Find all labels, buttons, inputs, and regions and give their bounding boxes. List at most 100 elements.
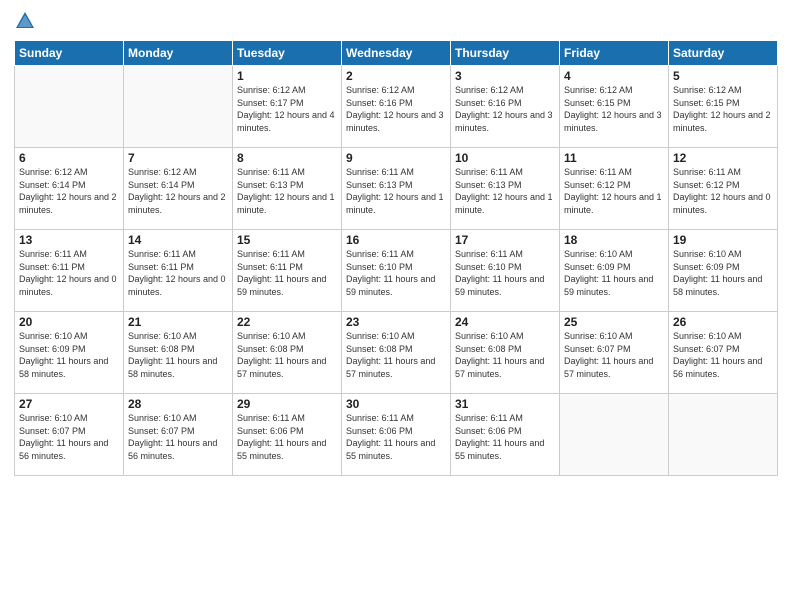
calendar-day-cell <box>669 394 778 476</box>
day-info: Sunrise: 6:11 AM Sunset: 6:10 PM Dayligh… <box>455 248 555 298</box>
calendar-day-cell: 28Sunrise: 6:10 AM Sunset: 6:07 PM Dayli… <box>124 394 233 476</box>
day-number: 28 <box>128 397 228 411</box>
day-info: Sunrise: 6:10 AM Sunset: 6:08 PM Dayligh… <box>455 330 555 380</box>
day-info: Sunrise: 6:10 AM Sunset: 6:09 PM Dayligh… <box>673 248 773 298</box>
day-number: 4 <box>564 69 664 83</box>
day-info: Sunrise: 6:10 AM Sunset: 6:07 PM Dayligh… <box>564 330 664 380</box>
calendar-day-cell: 17Sunrise: 6:11 AM Sunset: 6:10 PM Dayli… <box>451 230 560 312</box>
day-number: 12 <box>673 151 773 165</box>
day-number: 17 <box>455 233 555 247</box>
calendar-day-cell: 6Sunrise: 6:12 AM Sunset: 6:14 PM Daylig… <box>15 148 124 230</box>
calendar-day-cell: 13Sunrise: 6:11 AM Sunset: 6:11 PM Dayli… <box>15 230 124 312</box>
calendar-day-cell: 29Sunrise: 6:11 AM Sunset: 6:06 PM Dayli… <box>233 394 342 476</box>
calendar-week-row: 6Sunrise: 6:12 AM Sunset: 6:14 PM Daylig… <box>15 148 778 230</box>
day-info: Sunrise: 6:12 AM Sunset: 6:15 PM Dayligh… <box>564 84 664 134</box>
calendar-day-cell: 5Sunrise: 6:12 AM Sunset: 6:15 PM Daylig… <box>669 66 778 148</box>
day-number: 29 <box>237 397 337 411</box>
calendar-day-cell: 31Sunrise: 6:11 AM Sunset: 6:06 PM Dayli… <box>451 394 560 476</box>
logo-icon <box>14 10 36 32</box>
day-info: Sunrise: 6:12 AM Sunset: 6:16 PM Dayligh… <box>346 84 446 134</box>
calendar-day-cell: 26Sunrise: 6:10 AM Sunset: 6:07 PM Dayli… <box>669 312 778 394</box>
calendar-day-cell: 21Sunrise: 6:10 AM Sunset: 6:08 PM Dayli… <box>124 312 233 394</box>
calendar-day-cell: 4Sunrise: 6:12 AM Sunset: 6:15 PM Daylig… <box>560 66 669 148</box>
day-info: Sunrise: 6:11 AM Sunset: 6:13 PM Dayligh… <box>455 166 555 216</box>
day-info: Sunrise: 6:11 AM Sunset: 6:06 PM Dayligh… <box>237 412 337 462</box>
day-info: Sunrise: 6:11 AM Sunset: 6:13 PM Dayligh… <box>237 166 337 216</box>
day-info: Sunrise: 6:10 AM Sunset: 6:09 PM Dayligh… <box>564 248 664 298</box>
calendar-day-cell <box>560 394 669 476</box>
calendar-day-cell <box>15 66 124 148</box>
day-number: 7 <box>128 151 228 165</box>
calendar-day-cell: 9Sunrise: 6:11 AM Sunset: 6:13 PM Daylig… <box>342 148 451 230</box>
day-number: 6 <box>19 151 119 165</box>
day-number: 3 <box>455 69 555 83</box>
calendar-day-cell: 22Sunrise: 6:10 AM Sunset: 6:08 PM Dayli… <box>233 312 342 394</box>
day-info: Sunrise: 6:11 AM Sunset: 6:11 PM Dayligh… <box>19 248 119 298</box>
day-number: 11 <box>564 151 664 165</box>
day-number: 18 <box>564 233 664 247</box>
day-info: Sunrise: 6:12 AM Sunset: 6:14 PM Dayligh… <box>128 166 228 216</box>
day-number: 16 <box>346 233 446 247</box>
day-number: 19 <box>673 233 773 247</box>
day-number: 24 <box>455 315 555 329</box>
calendar-day-cell: 27Sunrise: 6:10 AM Sunset: 6:07 PM Dayli… <box>15 394 124 476</box>
calendar-day-cell: 7Sunrise: 6:12 AM Sunset: 6:14 PM Daylig… <box>124 148 233 230</box>
day-info: Sunrise: 6:12 AM Sunset: 6:16 PM Dayligh… <box>455 84 555 134</box>
weekday-header: Monday <box>124 41 233 66</box>
day-number: 23 <box>346 315 446 329</box>
day-number: 25 <box>564 315 664 329</box>
calendar-day-cell: 12Sunrise: 6:11 AM Sunset: 6:12 PM Dayli… <box>669 148 778 230</box>
day-info: Sunrise: 6:11 AM Sunset: 6:12 PM Dayligh… <box>673 166 773 216</box>
calendar-day-cell: 20Sunrise: 6:10 AM Sunset: 6:09 PM Dayli… <box>15 312 124 394</box>
day-info: Sunrise: 6:11 AM Sunset: 6:11 PM Dayligh… <box>237 248 337 298</box>
day-info: Sunrise: 6:10 AM Sunset: 6:07 PM Dayligh… <box>128 412 228 462</box>
calendar-week-row: 1Sunrise: 6:12 AM Sunset: 6:17 PM Daylig… <box>15 66 778 148</box>
calendar-day-cell: 16Sunrise: 6:11 AM Sunset: 6:10 PM Dayli… <box>342 230 451 312</box>
day-number: 26 <box>673 315 773 329</box>
day-info: Sunrise: 6:10 AM Sunset: 6:08 PM Dayligh… <box>237 330 337 380</box>
calendar-week-row: 20Sunrise: 6:10 AM Sunset: 6:09 PM Dayli… <box>15 312 778 394</box>
calendar-day-cell: 23Sunrise: 6:10 AM Sunset: 6:08 PM Dayli… <box>342 312 451 394</box>
calendar-day-cell: 19Sunrise: 6:10 AM Sunset: 6:09 PM Dayli… <box>669 230 778 312</box>
weekday-header: Thursday <box>451 41 560 66</box>
logo <box>14 10 40 32</box>
day-info: Sunrise: 6:12 AM Sunset: 6:14 PM Dayligh… <box>19 166 119 216</box>
day-number: 22 <box>237 315 337 329</box>
day-number: 27 <box>19 397 119 411</box>
day-info: Sunrise: 6:11 AM Sunset: 6:10 PM Dayligh… <box>346 248 446 298</box>
day-info: Sunrise: 6:11 AM Sunset: 6:12 PM Dayligh… <box>564 166 664 216</box>
calendar-day-cell: 10Sunrise: 6:11 AM Sunset: 6:13 PM Dayli… <box>451 148 560 230</box>
weekday-header: Saturday <box>669 41 778 66</box>
calendar-day-cell: 18Sunrise: 6:10 AM Sunset: 6:09 PM Dayli… <box>560 230 669 312</box>
calendar-day-cell: 30Sunrise: 6:11 AM Sunset: 6:06 PM Dayli… <box>342 394 451 476</box>
calendar-week-row: 13Sunrise: 6:11 AM Sunset: 6:11 PM Dayli… <box>15 230 778 312</box>
day-info: Sunrise: 6:10 AM Sunset: 6:09 PM Dayligh… <box>19 330 119 380</box>
day-info: Sunrise: 6:11 AM Sunset: 6:06 PM Dayligh… <box>455 412 555 462</box>
day-info: Sunrise: 6:11 AM Sunset: 6:13 PM Dayligh… <box>346 166 446 216</box>
calendar-table: SundayMondayTuesdayWednesdayThursdayFrid… <box>14 40 778 476</box>
day-number: 15 <box>237 233 337 247</box>
day-number: 21 <box>128 315 228 329</box>
weekday-header: Wednesday <box>342 41 451 66</box>
weekday-header: Sunday <box>15 41 124 66</box>
day-info: Sunrise: 6:12 AM Sunset: 6:17 PM Dayligh… <box>237 84 337 134</box>
calendar-day-cell: 3Sunrise: 6:12 AM Sunset: 6:16 PM Daylig… <box>451 66 560 148</box>
day-info: Sunrise: 6:12 AM Sunset: 6:15 PM Dayligh… <box>673 84 773 134</box>
calendar-day-cell <box>124 66 233 148</box>
day-number: 8 <box>237 151 337 165</box>
calendar-day-cell: 1Sunrise: 6:12 AM Sunset: 6:17 PM Daylig… <box>233 66 342 148</box>
day-number: 9 <box>346 151 446 165</box>
day-info: Sunrise: 6:10 AM Sunset: 6:07 PM Dayligh… <box>673 330 773 380</box>
day-number: 1 <box>237 69 337 83</box>
day-number: 30 <box>346 397 446 411</box>
calendar-day-cell: 11Sunrise: 6:11 AM Sunset: 6:12 PM Dayli… <box>560 148 669 230</box>
calendar-day-cell: 8Sunrise: 6:11 AM Sunset: 6:13 PM Daylig… <box>233 148 342 230</box>
calendar-week-row: 27 Sunrise: 6:10 AM Sunset: 6:07 PM Dayli… <box>15 394 778 476</box>
day-number: 20 <box>19 315 119 329</box>
weekday-header: Tuesday <box>233 41 342 66</box>
day-number: 14 <box>128 233 228 247</box>
calendar-day-cell: 2Sunrise: 6:12 AM Sunset: 6:16 PM Daylig… <box>342 66 451 148</box>
calendar-day-cell: 15Sunrise: 6:11 AM Sunset: 6:11 PM Dayli… <box>233 230 342 312</box>
day-number: 13 <box>19 233 119 247</box>
weekday-header: Friday <box>560 41 669 66</box>
